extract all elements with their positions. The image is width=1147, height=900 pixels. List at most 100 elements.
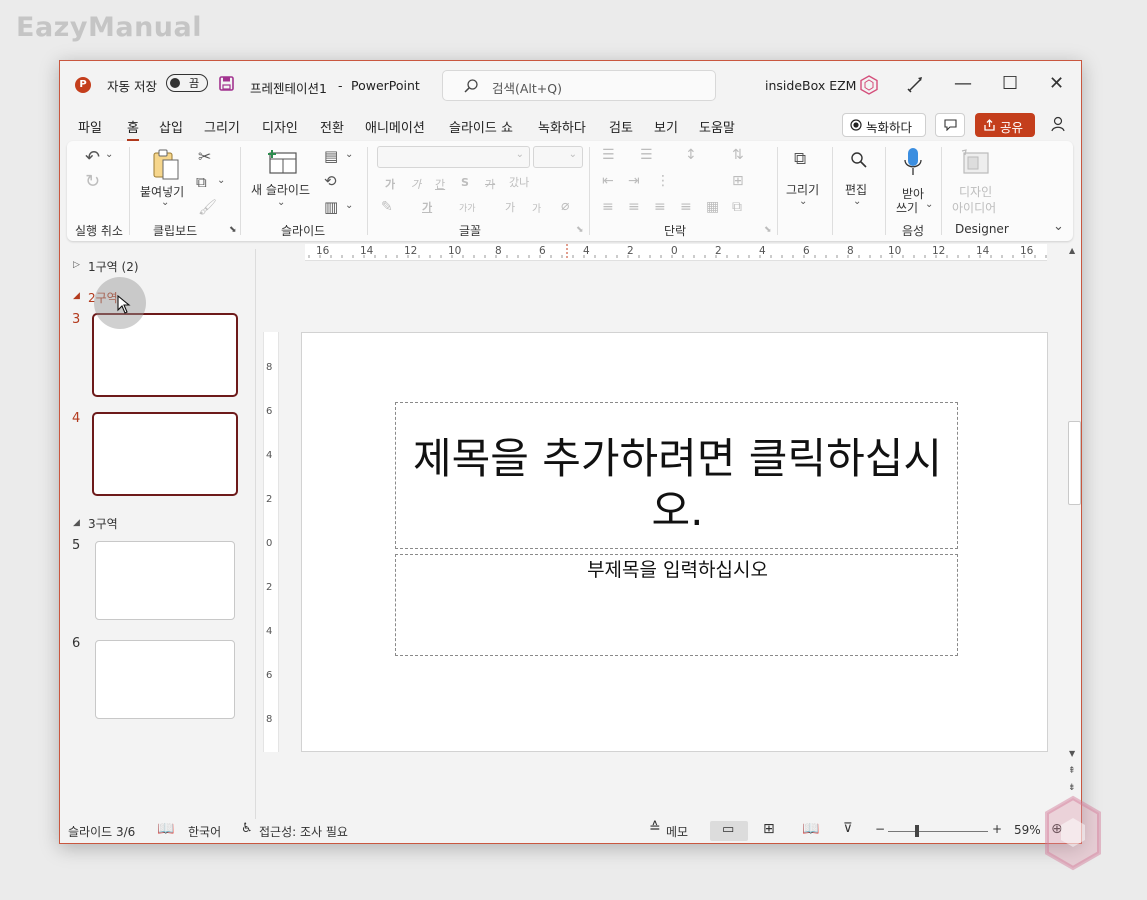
zoom-out-button[interactable]: − xyxy=(875,822,885,836)
zoom-in-button[interactable]: + xyxy=(992,822,1002,836)
paste-icon[interactable] xyxy=(151,149,181,181)
shadow-button[interactable]: S xyxy=(461,176,469,189)
font-family-select[interactable]: ⌄ xyxy=(377,146,530,168)
tab-slideshow[interactable]: 슬라이드 쇼 xyxy=(449,117,513,136)
collapse-ribbon-icon[interactable]: ⌄ xyxy=(1053,219,1064,234)
minimize-button[interactable]: — xyxy=(954,73,972,94)
chevron-down-icon[interactable]: ⌄ xyxy=(217,175,225,186)
previous-slide-icon[interactable]: ⇞ xyxy=(1068,766,1076,776)
share-button[interactable]: 공유 xyxy=(975,113,1035,137)
undo-icon[interactable]: ↶ xyxy=(85,147,100,168)
justify-icon[interactable]: ≡ xyxy=(680,199,692,215)
redo-icon[interactable]: ↻ xyxy=(85,171,100,192)
increase-font-button[interactable]: 가 xyxy=(505,199,515,215)
dialog-launcher-icon[interactable]: ⬊ xyxy=(576,225,584,235)
bold-button[interactable]: 가 xyxy=(385,176,395,192)
designer-label-2[interactable]: 아이디어 xyxy=(952,199,996,216)
title-placeholder[interactable]: 제목을 추가하려면 클릭하십시오. xyxy=(395,402,958,549)
find-icon[interactable] xyxy=(850,151,868,169)
chevron-down-icon[interactable]: ⌄ xyxy=(345,149,353,160)
align-text-icon[interactable]: ⊞ xyxy=(732,173,744,189)
sort-icon[interactable]: ⇅ xyxy=(732,147,744,163)
new-slide-icon[interactable] xyxy=(266,149,298,175)
scroll-thumb[interactable] xyxy=(1068,421,1081,505)
dictate-label-2[interactable]: 쓰기 xyxy=(896,199,918,216)
align-right-icon[interactable]: ≡ xyxy=(654,199,666,215)
language-indicator[interactable]: 한국어 xyxy=(188,823,221,840)
zoom-slider[interactable] xyxy=(888,831,988,832)
copy-icon[interactable]: ⧉ xyxy=(196,173,207,191)
format-painter-icon[interactable]: 🖌 xyxy=(198,198,217,216)
decrease-font-button[interactable]: 가 xyxy=(532,200,541,215)
scroll-up-icon[interactable]: ▲ xyxy=(1069,246,1075,255)
vertical-scrollbar[interactable]: ▲ ▼ ⇞ ⇟ xyxy=(1065,244,1081,804)
cut-icon[interactable]: ✂ xyxy=(198,147,211,166)
reading-view-icon[interactable]: 📖 xyxy=(802,821,819,837)
slide-thumbnail-6[interactable] xyxy=(95,640,235,719)
tab-home[interactable]: 홈 xyxy=(127,117,139,141)
expand-section-icon[interactable]: ▷ xyxy=(73,260,80,270)
underline-button[interactable]: 간 xyxy=(435,176,445,192)
font-size-select[interactable]: ⌄ xyxy=(533,146,583,168)
notes-button[interactable]: 메모 xyxy=(666,823,688,840)
slideshow-icon[interactable]: ⊽ xyxy=(843,821,853,836)
tab-design[interactable]: 디자인 xyxy=(262,117,298,136)
section-icon[interactable]: ▥ xyxy=(324,198,338,216)
tab-transitions[interactable]: 전환 xyxy=(320,117,344,136)
zoom-slider-thumb[interactable] xyxy=(915,825,919,837)
designer-ideas-icon[interactable] xyxy=(960,149,990,175)
columns-icon[interactable]: ⋮ xyxy=(656,173,670,189)
tab-help[interactable]: 도움말 xyxy=(699,117,735,136)
slide-thumbnail-5[interactable] xyxy=(95,541,235,620)
save-icon[interactable] xyxy=(219,76,234,91)
slide-canvas[interactable]: 제목을 추가하려면 클릭하십시오. 부제목을 입력하십시오 xyxy=(301,332,1048,752)
layout-icon[interactable]: ▤ xyxy=(324,147,338,165)
search-box[interactable]: 검색(Alt+Q) xyxy=(442,70,716,101)
chevron-down-icon[interactable]: ⌄ xyxy=(853,196,861,207)
designer-pen-icon[interactable] xyxy=(906,75,924,93)
designer-label[interactable]: 디자인 xyxy=(959,183,992,200)
italic-button[interactable]: 가 xyxy=(411,176,421,192)
subtitle-placeholder[interactable]: 부제목을 입력하십시오 xyxy=(395,554,958,656)
autosave-toggle[interactable]: 끔 xyxy=(166,74,208,92)
text-direction-icon[interactable]: ▦ xyxy=(706,199,719,215)
tab-view[interactable]: 보기 xyxy=(654,117,678,136)
dialog-launcher-icon[interactable]: ⬊ xyxy=(764,225,772,235)
clear-formatting-icon[interactable]: ⌀ xyxy=(561,198,569,214)
reset-slide-icon[interactable]: ⟲ xyxy=(324,172,337,190)
numbering-icon[interactable]: ☰ xyxy=(640,147,653,163)
collapse-section-icon[interactable]: ◢ xyxy=(73,291,80,301)
smartart-icon[interactable]: ⧉ xyxy=(732,199,742,215)
slide-sorter-icon[interactable]: ⊞ xyxy=(763,821,775,837)
spell-check-icon[interactable]: 📖 xyxy=(157,821,174,837)
tab-record[interactable]: 녹화하다 xyxy=(538,117,586,136)
section-header-3[interactable]: 3구역 xyxy=(88,515,118,532)
slide-thumbnail-4[interactable] xyxy=(92,412,238,496)
tab-animations[interactable]: 애니메이션 xyxy=(365,117,425,136)
dialog-launcher-icon[interactable]: ⬊ xyxy=(229,225,237,235)
increase-indent-icon[interactable]: ⇥ xyxy=(628,173,640,189)
record-button[interactable]: 녹화하다 xyxy=(842,113,926,137)
chevron-down-icon[interactable]: ⌄ xyxy=(105,149,113,160)
maximize-button[interactable]: ☐ xyxy=(1002,73,1018,94)
font-color-button[interactable]: 가 xyxy=(422,199,432,215)
normal-view-button[interactable]: ▭ xyxy=(710,821,748,841)
shapes-icon[interactable]: ⧉ xyxy=(794,149,806,169)
chevron-down-icon[interactable]: ⌄ xyxy=(799,196,807,207)
coauthor-icon[interactable] xyxy=(1050,116,1067,133)
line-spacing-icon[interactable]: ↕ xyxy=(685,147,697,163)
new-slide-label[interactable]: 새 슬라이드 xyxy=(251,181,310,198)
account-avatar-icon[interactable] xyxy=(859,75,879,95)
bullets-icon[interactable]: ☰ xyxy=(602,147,615,163)
change-case-button[interactable]: 가가 xyxy=(459,201,476,214)
zoom-level[interactable]: 59% xyxy=(1014,823,1041,837)
highlight-icon[interactable]: ✎ xyxy=(381,199,393,215)
align-center-icon[interactable]: ≡ xyxy=(628,199,640,215)
chevron-down-icon[interactable]: ⌄ xyxy=(277,197,285,208)
close-button[interactable]: ✕ xyxy=(1049,73,1064,94)
tab-review[interactable]: 검토 xyxy=(609,117,633,136)
scroll-down-icon[interactable]: ▼ xyxy=(1069,749,1075,758)
tab-file[interactable]: 파일 xyxy=(78,117,102,136)
chevron-down-icon[interactable]: ⌄ xyxy=(925,199,933,210)
comments-button[interactable] xyxy=(935,113,965,137)
